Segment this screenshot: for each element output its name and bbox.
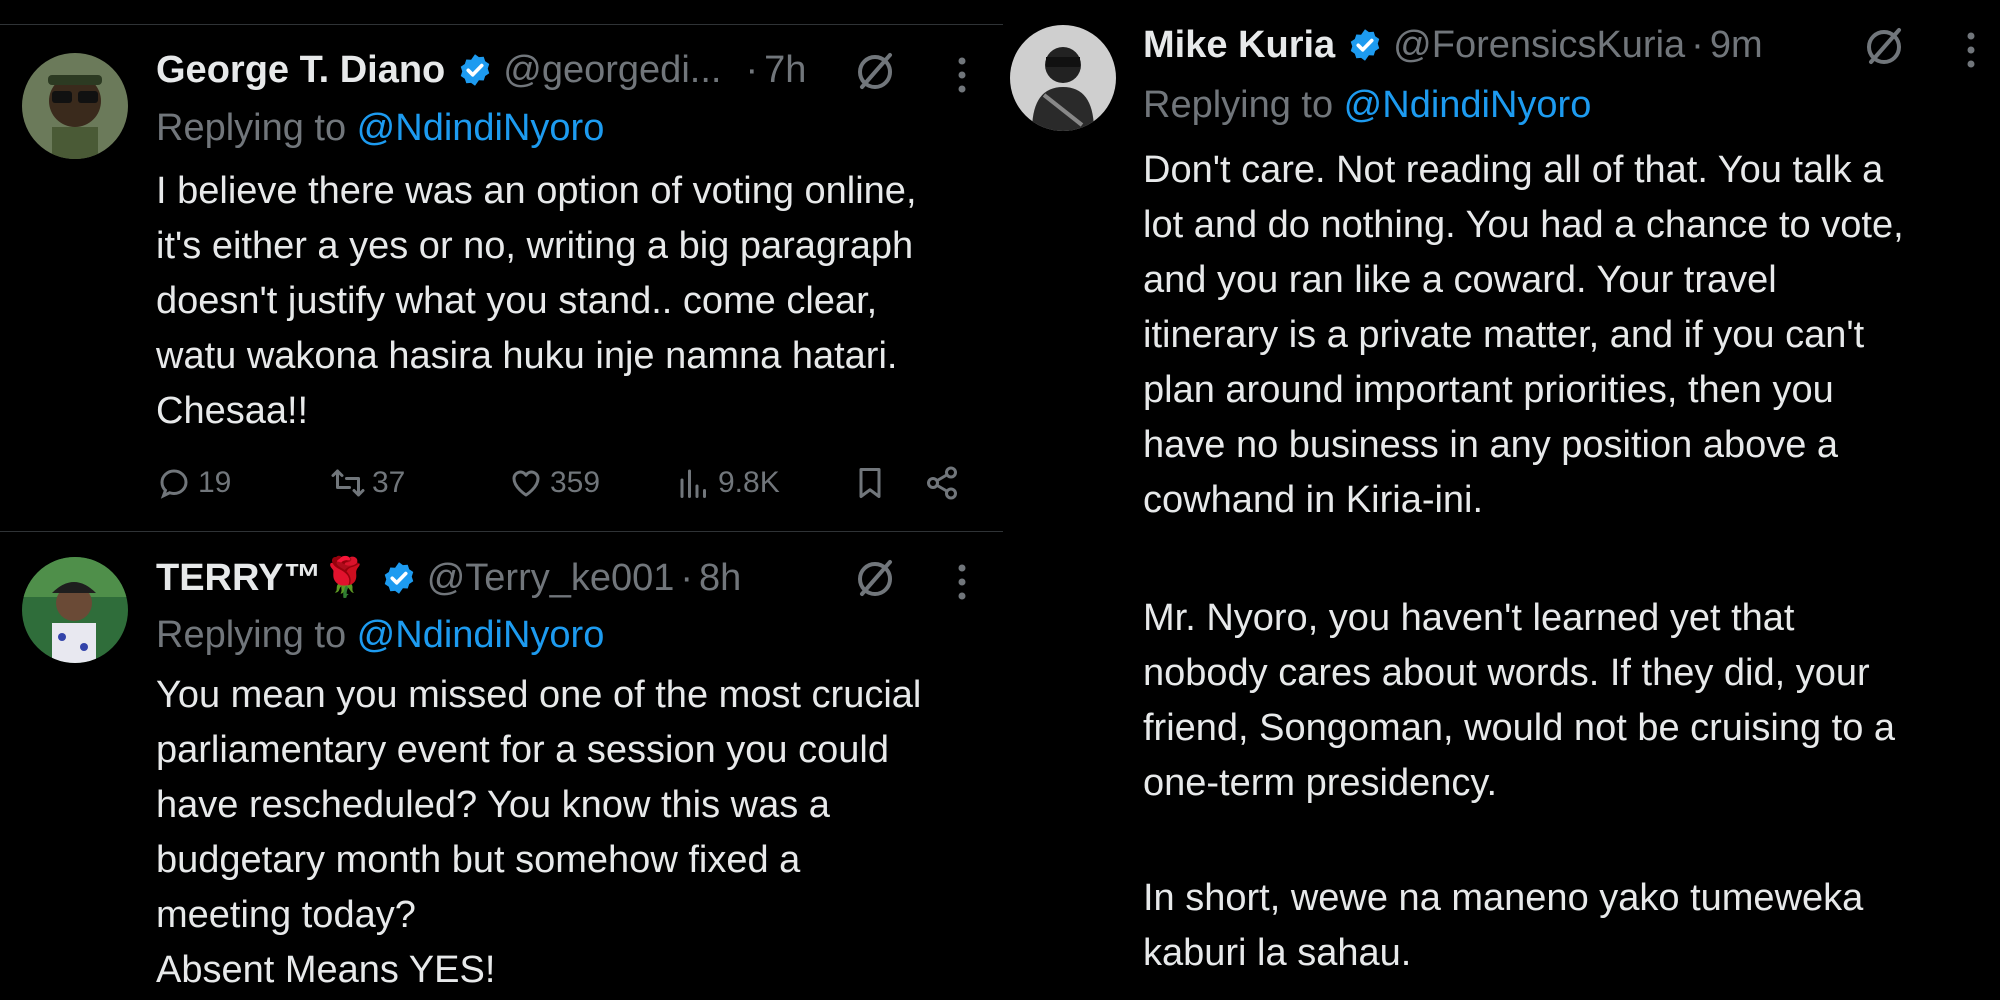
- more-icon[interactable]: [957, 562, 967, 602]
- tweet-line: Mr. Nyoro, you haven't learned yet that: [1143, 597, 1795, 639]
- tweet-line: and you ran like a coward. Your travel: [1143, 259, 1777, 301]
- tweet-line: Chesaa!!: [156, 390, 309, 432]
- tweet-line: it's either a yes or no, writing a big p…: [156, 225, 914, 267]
- reply-count: 19: [198, 466, 232, 499]
- replying-prefix: Replying to: [156, 107, 357, 149]
- reply-icon: [160, 469, 188, 499]
- repost-button[interactable]: 37: [330, 465, 405, 501]
- tweet-line: doesn't justify what you stand.. come cl…: [156, 280, 878, 322]
- tweet-body-paragraph-3: In short, wewe na maneno yako tumeweka k…: [1143, 871, 1993, 981]
- tweet-line: lot and do nothing. You had a chance to …: [1143, 204, 1904, 246]
- tweet-george[interactable]: George T. Diano @georgedi... · 7h Replyi…: [0, 25, 1003, 530]
- handle[interactable]: @georgedi...: [503, 47, 721, 93]
- tweet-line: itinerary is a private matter, and if yo…: [1143, 314, 1865, 356]
- share-icon: [927, 466, 957, 500]
- tweet-body: I believe there was an option of voting …: [156, 164, 996, 439]
- tweet-line: plan around important priorities, then y…: [1143, 369, 1834, 411]
- avatar[interactable]: [1010, 25, 1116, 131]
- avatar[interactable]: [22, 557, 128, 663]
- replying-handle-link[interactable]: @NdindiNyoro: [1344, 84, 1592, 126]
- handle[interactable]: @ForensicsKuria: [1393, 22, 1685, 68]
- views-button[interactable]: 9.8K: [676, 465, 780, 501]
- verified-badge-icon: [461, 54, 490, 86]
- time-separator: ·: [680, 557, 694, 599]
- tweet-terry[interactable]: TERRY™🌹 @Terry_ke001 · 8h Replying to @N…: [0, 532, 1003, 1000]
- replying-handle-link[interactable]: @NdindiNyoro: [357, 107, 605, 149]
- action-bar: 19 37 359 9.8K: [156, 465, 966, 505]
- display-name[interactable]: TERRY™🌹: [156, 555, 369, 601]
- replying-to: Replying to @NdindiNyoro: [156, 105, 604, 151]
- left-column: George T. Diano @georgedi... · 7h Replyi…: [0, 0, 1003, 1000]
- tweet-line: Don't care. Not reading all of that. You…: [1143, 149, 1884, 191]
- timestamp[interactable]: 8h: [699, 555, 741, 601]
- tweet-line: nobody cares about words. If they did, y…: [1143, 652, 1870, 694]
- tweet-line: have rescheduled? You know this was a: [156, 784, 830, 826]
- tweet-line: Absent Means YES!: [156, 949, 496, 991]
- tweet-body: You mean you missed one of the most cruc…: [156, 668, 996, 998]
- replying-to: Replying to @NdindiNyoro: [1143, 82, 1591, 128]
- verified-badge-icon: [384, 562, 413, 594]
- replying-prefix: Replying to: [1143, 84, 1344, 126]
- views-icon: [680, 469, 706, 498]
- tweet-line: You mean you missed one of the most cruc…: [156, 674, 922, 716]
- timestamp[interactable]: 9m: [1710, 22, 1763, 68]
- tweet-line: friend, Songoman, would not be cruising …: [1143, 707, 1896, 749]
- tweet-mike[interactable]: Mike Kuria @ForensicsKuria · 9m Replying…: [1003, 0, 2000, 1000]
- display-name[interactable]: Mike Kuria: [1143, 22, 1335, 68]
- like-count: 359: [550, 466, 601, 499]
- replying-to: Replying to @NdindiNyoro: [156, 612, 604, 658]
- bookmark-button[interactable]: [852, 465, 888, 501]
- tweet-header: TERRY™🌹 @Terry_ke001 · 8h: [156, 555, 741, 601]
- time-separator: ·: [745, 49, 759, 91]
- views-count: 9.8K: [718, 466, 780, 499]
- tweet-line: parliamentary event for a session you co…: [156, 729, 889, 771]
- right-column: Mike Kuria @ForensicsKuria · 9m Replying…: [1003, 0, 2000, 1000]
- repost-icon: [331, 469, 365, 497]
- like-icon: [512, 470, 540, 497]
- tweet-line: one-term presidency.: [1143, 762, 1498, 804]
- replying-handle-link[interactable]: @NdindiNyoro: [357, 614, 605, 656]
- avatar[interactable]: [22, 53, 128, 159]
- repost-count: 37: [372, 466, 406, 499]
- grok-icon[interactable]: [852, 556, 898, 602]
- tweet-line: watu wakona hasira huku inje namna hatar…: [156, 335, 898, 377]
- tweet-line: meeting today?: [156, 894, 416, 936]
- verified-badge-icon: [1350, 29, 1380, 61]
- share-button[interactable]: [924, 465, 960, 501]
- tweet-header: Mike Kuria @ForensicsKuria · 9m: [1143, 22, 1763, 68]
- bookmark-icon: [859, 468, 881, 498]
- tweet-line: I believe there was an option of voting …: [156, 170, 917, 212]
- more-icon[interactable]: [957, 55, 967, 95]
- grok-icon[interactable]: [852, 49, 898, 95]
- display-name[interactable]: George T. Diano: [156, 47, 445, 93]
- tweet-line: cowhand in Kiria-ini.: [1143, 479, 1484, 521]
- grok-icon[interactable]: [1861, 24, 1907, 70]
- timestamp[interactable]: 7h: [764, 47, 806, 93]
- tweet-body: Don't care. Not reading all of that. You…: [1143, 143, 1993, 528]
- more-icon[interactable]: [1966, 30, 1976, 70]
- tweet-header: George T. Diano @georgedi... · 7h: [156, 47, 806, 93]
- reply-button[interactable]: 19: [156, 465, 231, 501]
- tweet-line: have no business in any position above a: [1143, 424, 1839, 466]
- tweet-body-paragraph-2: Mr. Nyoro, you haven't learned yet that …: [1143, 591, 1993, 811]
- handle[interactable]: @Terry_ke001: [427, 555, 675, 601]
- time-separator: ·: [1691, 24, 1704, 66]
- tweet-line: budgetary month but somehow fixed a: [156, 839, 801, 881]
- tweet-line: In short, wewe na maneno yako tumeweka: [1143, 877, 1864, 919]
- replying-prefix: Replying to: [156, 614, 357, 656]
- tweet-line: kaburi la sahau.: [1143, 932, 1412, 974]
- like-button[interactable]: 359: [508, 465, 600, 501]
